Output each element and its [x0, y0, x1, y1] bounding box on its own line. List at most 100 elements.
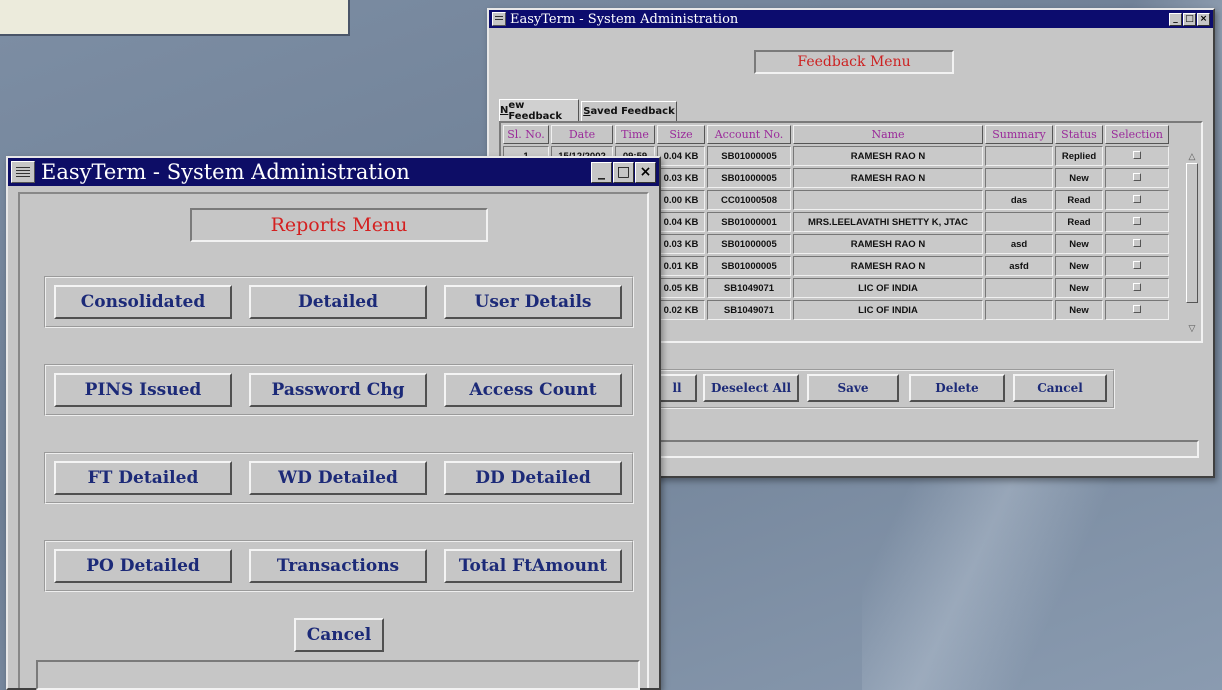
cell-selection: [1105, 146, 1169, 166]
save-button[interactable]: Save: [807, 374, 899, 402]
maximize-button[interactable]: □: [613, 161, 634, 183]
reports-panel: [18, 192, 649, 688]
cell-name: RAMESH RAO N: [793, 146, 983, 166]
user-details-button[interactable]: User Details: [444, 285, 622, 319]
cell-status: Read: [1055, 190, 1103, 210]
transactions-button[interactable]: Transactions: [249, 549, 427, 583]
scroll-up-icon[interactable]: △: [1185, 149, 1199, 163]
password-chg-button[interactable]: Password Chg: [249, 373, 427, 407]
cell-size: 0.05 KB: [657, 278, 705, 298]
reports-status-bar: [36, 660, 640, 690]
reports-window: EasyTerm - System Administration _ □ × R…: [6, 156, 661, 690]
cell-summary: [985, 146, 1053, 166]
cell-summary: [985, 168, 1053, 188]
column-header-account-no[interactable]: Account No.: [707, 125, 791, 144]
po-detailed-button[interactable]: PO Detailed: [54, 549, 232, 583]
close-button[interactable]: ×: [1197, 12, 1210, 26]
cell-selection: [1105, 256, 1169, 276]
selection-checkbox[interactable]: [1133, 238, 1141, 247]
tab-saved-feedback-label: aved Feedback: [590, 106, 675, 117]
cell-summary: [985, 278, 1053, 298]
close-button[interactable]: ×: [635, 161, 656, 183]
ft-detailed-button[interactable]: FT Detailed: [54, 461, 232, 495]
column-header-sl-no[interactable]: Sl. No.: [503, 125, 549, 144]
cell-name: LIC OF INDIA: [793, 278, 983, 298]
cell-account: SB01000001: [707, 212, 791, 232]
column-header-status[interactable]: Status: [1055, 125, 1103, 144]
cell-name: RAMESH RAO N: [793, 234, 983, 254]
column-header-name[interactable]: Name: [793, 125, 983, 144]
minimize-button[interactable]: _: [1169, 12, 1182, 26]
tab-new-feedback-mnemonic: N: [500, 105, 509, 116]
column-header-selection[interactable]: Selection: [1105, 125, 1169, 144]
cell-summary: das: [985, 190, 1053, 210]
cell-account: SB01000005: [707, 168, 791, 188]
cell-name: RAMESH RAO N: [793, 256, 983, 276]
delete-button[interactable]: Delete: [909, 374, 1005, 402]
cell-size: 0.04 KB: [657, 212, 705, 232]
feedback-window-titlebar[interactable]: EasyTerm - System Administration _ □ ×: [489, 10, 1213, 28]
cell-status: New: [1055, 234, 1103, 254]
cell-account: CC01000508: [707, 190, 791, 210]
table-vertical-scrollbar[interactable]: △ ▽: [1185, 149, 1199, 335]
column-header-time[interactable]: Time: [615, 125, 655, 144]
cell-size: 0.03 KB: [657, 234, 705, 254]
reports-menu-title: Reports Menu: [190, 208, 488, 242]
tab-saved-feedback[interactable]: Saved Feedback: [581, 101, 677, 121]
deselect-all-button[interactable]: Deselect All: [703, 374, 799, 402]
wd-detailed-button[interactable]: WD Detailed: [249, 461, 427, 495]
selection-checkbox[interactable]: [1133, 260, 1141, 269]
cell-summary: [985, 300, 1053, 320]
cell-summary: asd: [985, 234, 1053, 254]
scrollbar-thumb[interactable]: [1186, 163, 1198, 303]
access-count-button[interactable]: Access Count: [444, 373, 622, 407]
cell-selection: [1105, 190, 1169, 210]
selection-checkbox[interactable]: [1133, 150, 1141, 159]
cancel-button[interactable]: Cancel: [1013, 374, 1107, 402]
cell-name: [793, 190, 983, 210]
system-menu-icon[interactable]: [492, 12, 506, 26]
selection-checkbox[interactable]: [1133, 216, 1141, 225]
cell-status: Replied: [1055, 146, 1103, 166]
cell-account: SB01000005: [707, 256, 791, 276]
consolidated-button[interactable]: Consolidated: [54, 285, 232, 319]
column-header-size[interactable]: Size: [657, 125, 705, 144]
cell-account: SB1049071: [707, 300, 791, 320]
cell-account: SB1049071: [707, 278, 791, 298]
selection-checkbox[interactable]: [1133, 172, 1141, 181]
reports-window-titlebar[interactable]: EasyTerm - System Administration _ □ ×: [8, 158, 659, 186]
cell-size: 0.02 KB: [657, 300, 705, 320]
window-controls: _ □ ×: [1169, 12, 1210, 26]
dd-detailed-button[interactable]: DD Detailed: [444, 461, 622, 495]
cell-status: New: [1055, 168, 1103, 188]
cell-selection: [1105, 212, 1169, 232]
maximize-button[interactable]: □: [1183, 12, 1196, 26]
pins-issued-button[interactable]: PINS Issued: [54, 373, 232, 407]
cell-size: 0.01 KB: [657, 256, 705, 276]
table-header-row: Sl. No. Date Time Size Account No. Name …: [503, 125, 1169, 144]
cell-selection: [1105, 278, 1169, 298]
system-menu-icon[interactable]: [11, 161, 35, 183]
minimize-button[interactable]: _: [591, 161, 612, 183]
selection-checkbox[interactable]: [1133, 282, 1141, 291]
column-header-date[interactable]: Date: [551, 125, 613, 144]
cell-selection: [1105, 168, 1169, 188]
cell-status: Read: [1055, 212, 1103, 232]
cell-selection: [1105, 300, 1169, 320]
detailed-button[interactable]: Detailed: [249, 285, 427, 319]
total-ftamount-button[interactable]: Total FtAmount: [444, 549, 622, 583]
selection-checkbox[interactable]: [1133, 304, 1141, 313]
reports-window-title: EasyTerm - System Administration: [41, 160, 410, 184]
select-all-button[interactable]: ll: [657, 374, 697, 402]
cell-size: 0.00 KB: [657, 190, 705, 210]
cell-account: SB01000005: [707, 146, 791, 166]
tab-new-feedback[interactable]: New Feedback: [499, 99, 579, 122]
cell-name: MRS.LEELAVATHI SHETTY K, JTAC: [793, 212, 983, 232]
cell-size: 0.03 KB: [657, 168, 705, 188]
cell-account: SB01000005: [707, 234, 791, 254]
selection-checkbox[interactable]: [1133, 194, 1141, 203]
cell-summary: [985, 212, 1053, 232]
column-header-summary[interactable]: Summary: [985, 125, 1053, 144]
scroll-down-icon[interactable]: ▽: [1185, 321, 1199, 335]
cancel-button[interactable]: Cancel: [294, 618, 384, 652]
